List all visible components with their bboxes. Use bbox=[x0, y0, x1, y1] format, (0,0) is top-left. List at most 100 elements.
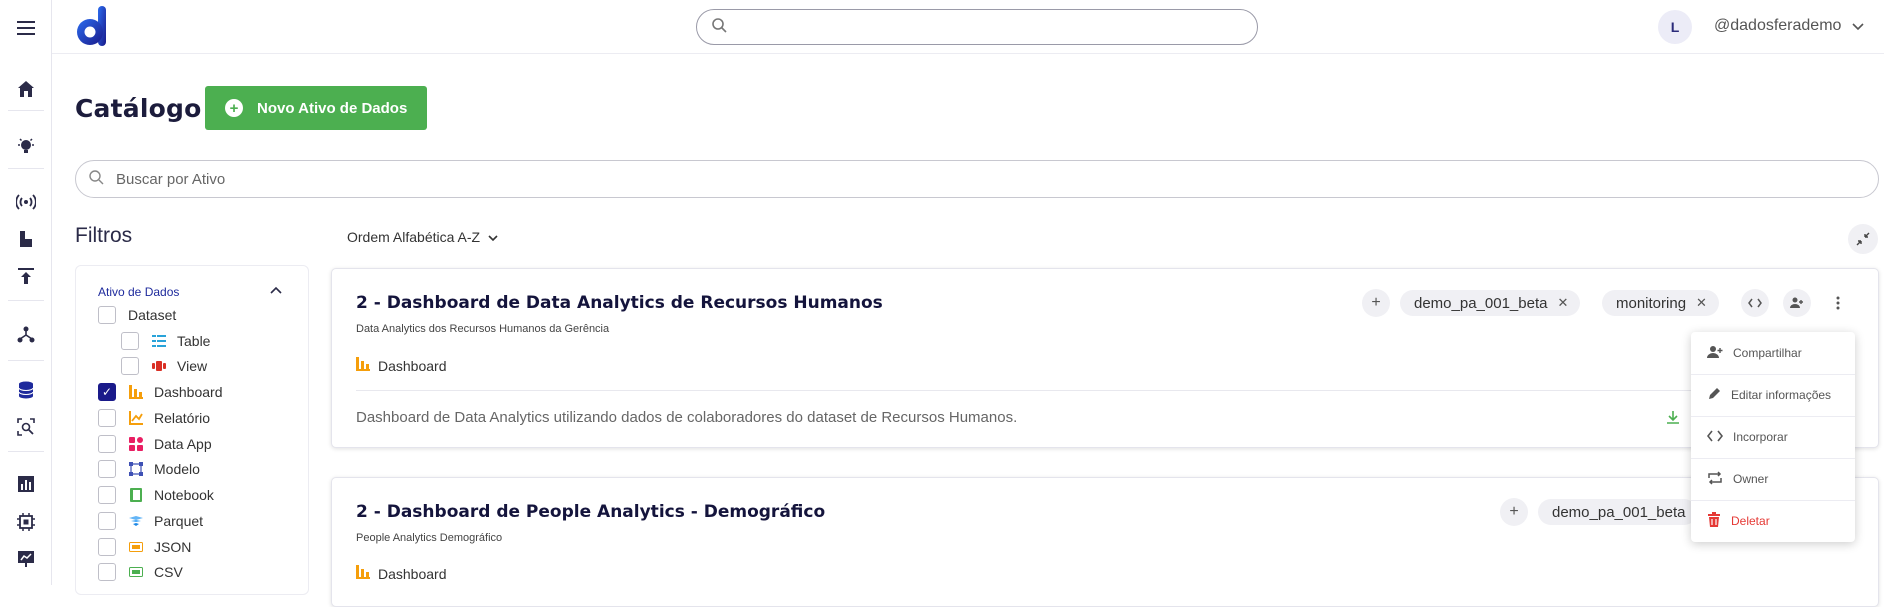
filter-section-title[interactable]: Ativo de Dados bbox=[98, 285, 179, 299]
checkbox[interactable] bbox=[98, 486, 116, 504]
checkbox[interactable] bbox=[98, 409, 116, 427]
tag-chip[interactable]: demo_pa_001_beta ✕ bbox=[1400, 290, 1581, 316]
filter-label: Dataset bbox=[128, 307, 177, 323]
asset-type-label: Dashboard bbox=[378, 565, 447, 582]
home-icon[interactable] bbox=[14, 77, 38, 101]
dashboard-icon bbox=[356, 357, 370, 374]
embed-code-button[interactable] bbox=[1741, 289, 1769, 317]
database-icon[interactable] bbox=[14, 378, 38, 402]
search-icon bbox=[711, 17, 727, 38]
asset-title[interactable]: 2 - Dashboard de People Analytics - Demo… bbox=[356, 502, 825, 522]
presentation-icon[interactable] bbox=[14, 547, 38, 571]
dadosfera-logo[interactable] bbox=[74, 6, 108, 48]
checkbox[interactable] bbox=[98, 435, 116, 453]
checkbox[interactable] bbox=[121, 332, 139, 350]
asset-title[interactable]: 2 - Dashboard de Data Analytics de Recur… bbox=[356, 293, 883, 313]
tag-label: demo_pa_001_beta bbox=[1414, 294, 1548, 312]
menu-item-edit-info[interactable]: Editar informações bbox=[1691, 374, 1855, 416]
new-data-asset-button[interactable]: + Novo Ativo de Dados bbox=[205, 86, 427, 130]
parquet-icon bbox=[128, 513, 144, 529]
checkbox[interactable] bbox=[121, 357, 139, 375]
filter-model[interactable]: Modelo bbox=[98, 459, 200, 479]
context-menu: Compartilhar Editar informações Incorpor… bbox=[1691, 332, 1855, 542]
checkbox[interactable] bbox=[98, 563, 116, 581]
asset-search-field[interactable] bbox=[75, 160, 1879, 198]
chevron-up-icon[interactable] bbox=[270, 283, 282, 297]
filter-csv[interactable]: CSV bbox=[98, 562, 183, 582]
pipeline-icon[interactable] bbox=[14, 227, 38, 251]
data-app-icon bbox=[128, 436, 144, 452]
filter-json[interactable]: JSON bbox=[98, 537, 191, 557]
search-data-icon[interactable] bbox=[14, 415, 38, 439]
menu-item-label: Owner bbox=[1733, 472, 1769, 486]
transfer-icon bbox=[1707, 470, 1723, 488]
filter-label: Parquet bbox=[154, 513, 204, 529]
checkbox-checked[interactable]: ✓ bbox=[98, 383, 116, 401]
menu-item-label: Editar informações bbox=[1731, 388, 1832, 402]
menu-item-owner[interactable]: Owner bbox=[1691, 458, 1855, 500]
share-user-icon bbox=[1707, 345, 1723, 362]
filter-data-app[interactable]: Data App bbox=[98, 434, 212, 454]
download-icon[interactable] bbox=[1666, 410, 1680, 427]
tag-chip[interactable]: demo_pa_001_beta bbox=[1538, 499, 1698, 525]
filter-label: Relatório bbox=[154, 410, 211, 426]
notebook-icon bbox=[128, 487, 144, 503]
filter-view[interactable]: View bbox=[121, 356, 207, 376]
hamburger-menu-icon[interactable] bbox=[14, 16, 38, 40]
pencil-icon bbox=[1707, 387, 1721, 404]
menu-item-delete[interactable]: Deletar bbox=[1691, 500, 1855, 542]
asset-card[interactable]: 2 - Dashboard de People Analytics - Demo… bbox=[331, 477, 1879, 607]
page-title: Catálogo bbox=[75, 94, 202, 123]
sort-dropdown[interactable]: Ordem Alfabética A-Z bbox=[347, 229, 498, 245]
username[interactable]: @dadosferademo bbox=[1714, 17, 1841, 35]
chevron-down-icon[interactable] bbox=[1852, 18, 1864, 36]
asset-type: Dashboard bbox=[356, 565, 447, 582]
checkbox[interactable] bbox=[98, 460, 116, 478]
close-icon[interactable]: ✕ bbox=[1696, 295, 1707, 311]
code-icon bbox=[1706, 430, 1724, 445]
checkbox[interactable] bbox=[98, 306, 116, 324]
filter-label: View bbox=[177, 358, 208, 374]
filter-dataset[interactable]: Dataset bbox=[98, 305, 176, 325]
checkbox[interactable] bbox=[98, 538, 116, 556]
collapse-icon[interactable] bbox=[1848, 224, 1878, 254]
filter-label: Data App bbox=[154, 436, 212, 452]
more-options-icon[interactable] bbox=[1824, 289, 1852, 317]
share-user-button[interactable] bbox=[1783, 289, 1811, 317]
lightbulb-icon[interactable] bbox=[14, 134, 38, 158]
menu-item-embed[interactable]: Incorporar bbox=[1691, 416, 1855, 458]
tag-label: monitoring bbox=[1616, 294, 1687, 312]
tag-chip[interactable]: monitoring ✕ bbox=[1602, 290, 1719, 316]
add-tag-button[interactable]: + bbox=[1500, 498, 1528, 526]
filter-label: Modelo bbox=[154, 461, 200, 477]
bar-chart-icon[interactable] bbox=[14, 472, 38, 496]
report-icon bbox=[128, 410, 144, 426]
csv-icon bbox=[128, 564, 144, 580]
asset-search-input[interactable] bbox=[116, 170, 1716, 188]
chip-icon[interactable] bbox=[14, 510, 38, 534]
filter-notebook[interactable]: Notebook bbox=[98, 485, 214, 505]
add-tag-button[interactable]: + bbox=[1362, 289, 1390, 317]
filter-label: JSON bbox=[154, 539, 192, 555]
filter-report[interactable]: Relatório bbox=[98, 408, 210, 428]
global-search-input[interactable] bbox=[696, 9, 1258, 45]
filter-table[interactable]: Table bbox=[121, 331, 210, 351]
menu-item-share[interactable]: Compartilhar bbox=[1691, 332, 1855, 374]
filter-label: CSV bbox=[154, 564, 183, 580]
new-data-asset-label: Novo Ativo de Dados bbox=[257, 99, 408, 117]
filter-dashboard[interactable]: ✓ Dashboard bbox=[98, 382, 223, 402]
menu-item-label: Incorporar bbox=[1733, 430, 1788, 444]
json-icon bbox=[128, 539, 144, 555]
checkbox[interactable] bbox=[98, 512, 116, 530]
hub-icon[interactable] bbox=[14, 322, 38, 346]
filter-parquet[interactable]: Parquet bbox=[98, 511, 203, 531]
broadcast-icon[interactable] bbox=[14, 190, 38, 214]
asset-type-label: Dashboard bbox=[378, 357, 447, 374]
close-icon[interactable]: ✕ bbox=[1557, 295, 1568, 311]
asset-card[interactable]: 2 - Dashboard de Data Analytics de Recur… bbox=[331, 268, 1879, 448]
avatar[interactable]: L bbox=[1658, 10, 1692, 44]
view-icon bbox=[151, 358, 167, 374]
dashboard-icon bbox=[356, 565, 370, 582]
upload-icon[interactable] bbox=[14, 264, 38, 288]
dashboard-icon bbox=[128, 384, 144, 400]
